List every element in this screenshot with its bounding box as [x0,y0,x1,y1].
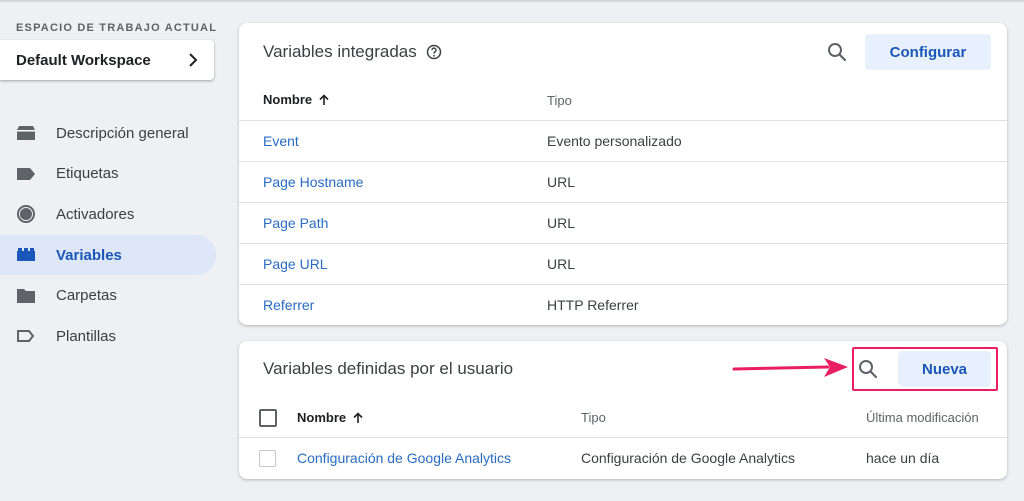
column-header-name[interactable]: Nombre [263,92,330,107]
sidebar-item-tags[interactable]: Etiquetas [0,154,216,194]
table-row[interactable]: Page Path URL [239,202,1007,243]
sidebar-item-templates[interactable]: Plantillas [0,316,216,356]
user-variables-card: Variables definidas por el usuario Nueva… [239,341,1007,479]
new-variable-button[interactable]: Nueva [898,351,991,387]
variable-link[interactable]: Page Hostname [263,174,363,190]
search-icon[interactable] [825,40,849,64]
variable-type: Configuración de Google Analytics [581,450,796,466]
help-icon[interactable] [426,44,442,60]
sort-ascending-icon [353,411,363,423]
template-icon [16,326,36,346]
configure-button[interactable]: Configurar [865,34,991,70]
row-checkbox[interactable] [259,450,276,467]
trigger-icon [16,204,36,224]
variable-type: Evento personalizado [547,133,682,149]
variable-link[interactable]: Page Path [263,215,328,231]
workspace-selector[interactable]: Default Workspace [0,40,214,80]
variable-type: URL [547,174,576,190]
variable-type: HTTP Referrer [547,297,639,313]
variables-icon [16,245,36,265]
user-variables-title: Variables definidas por el usuario [263,359,514,378]
sidebar-item-label: Variables [56,246,122,264]
variable-type: URL [547,215,576,231]
tag-icon [16,164,36,184]
builtin-variables-card: Variables integradas Configurar Nombre T… [239,23,1007,325]
sidebar-nav: Descripción general Etiquetas Activadore… [0,113,216,357]
sidebar-item-label: Carpetas [56,287,117,305]
table-row[interactable]: Page URL URL [239,243,1007,284]
variable-modified: hace un día [866,450,940,466]
chevron-right-icon [189,53,198,67]
variable-link[interactable]: Event [263,133,299,149]
table-row[interactable]: Page Hostname URL [239,161,1007,202]
sidebar-item-label: Activadores [56,205,135,223]
table-row[interactable]: Event Evento personalizado [239,120,1007,161]
overview-icon [16,123,36,143]
column-header-name-label: Nombre [263,92,313,107]
column-header-name-label: Nombre [297,410,347,425]
column-header-name[interactable]: Nombre [297,410,364,425]
sidebar-item-folders[interactable]: Carpetas [0,276,216,316]
variable-link[interactable]: Referrer [263,297,314,313]
builtin-variables-title-text: Variables integradas [263,42,417,61]
search-icon[interactable] [856,357,880,381]
table-row[interactable]: Configuración de Google Analytics Config… [239,437,1007,478]
select-all-checkbox[interactable] [259,409,277,427]
column-header-type: Tipo [547,93,572,108]
annotation-arrow-icon [732,358,848,377]
table-row[interactable]: Referrer HTTP Referrer [239,284,1007,325]
sidebar-item-label: Descripción general [56,124,189,142]
variable-type: URL [547,256,576,272]
workspace-caption: ESPACIO DE TRABAJO ACTUAL [16,22,218,34]
sidebar-item-triggers[interactable]: Activadores [0,194,216,234]
variable-link[interactable]: Page URL [263,256,328,272]
sidebar-item-label: Plantillas [56,327,117,345]
sidebar: ESPACIO DE TRABAJO ACTUAL Default Worksp… [0,0,228,501]
sort-ascending-icon [319,93,329,105]
sidebar-item-overview[interactable]: Descripción general [0,113,216,153]
column-header-type: Tipo [581,410,606,425]
sidebar-item-label: Etiquetas [56,165,119,183]
folder-icon [16,286,36,306]
workspace-name: Default Workspace [16,51,151,69]
column-header-modified: Última modificación [866,410,979,425]
sidebar-item-variables[interactable]: Variables [0,235,216,276]
builtin-variables-title: Variables integradas [263,42,442,62]
variable-link[interactable]: Configuración de Google Analytics [297,450,511,466]
